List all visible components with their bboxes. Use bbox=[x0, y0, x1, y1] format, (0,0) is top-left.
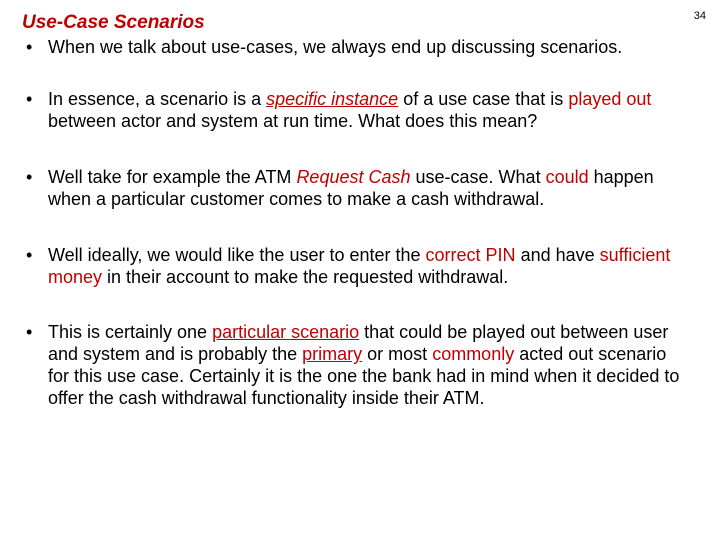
text-run: or most bbox=[362, 344, 432, 364]
bullet-item: When we talk about use-cases, we always … bbox=[22, 37, 690, 59]
bullet-item: Well ideally, we would like the user to … bbox=[22, 245, 690, 289]
bullet-item: In essence, a scenario is a specific ins… bbox=[22, 89, 690, 133]
slide: 34 Use-Case Scenarios When we talk about… bbox=[0, 0, 720, 540]
text-run: Request Cash bbox=[296, 167, 410, 187]
text-run: When we talk about use-cases, we always … bbox=[48, 37, 622, 57]
bullet-item: This is certainly one particular scenari… bbox=[22, 322, 690, 410]
slide-title: Use-Case Scenarios bbox=[22, 12, 690, 35]
text-run: of a use case that is bbox=[398, 89, 568, 109]
text-run: This is certainly one bbox=[48, 322, 212, 342]
bullet-item: Well take for example the ATM Request Ca… bbox=[22, 167, 690, 211]
text-run: commonly bbox=[432, 344, 514, 364]
page-number: 34 bbox=[694, 10, 706, 22]
bullet-list: When we talk about use-cases, we always … bbox=[22, 37, 690, 410]
text-run: primary bbox=[302, 344, 362, 364]
text-run: specific instance bbox=[266, 89, 398, 109]
text-run: Well take for example the ATM bbox=[48, 167, 296, 187]
text-run: In essence, a scenario is a bbox=[48, 89, 266, 109]
text-run: Well ideally, we would like the user to … bbox=[48, 245, 426, 265]
text-run: use-case. What bbox=[411, 167, 546, 187]
text-run: in their account to make the requested w… bbox=[102, 267, 508, 287]
text-run: could bbox=[546, 167, 589, 187]
text-run: and have bbox=[516, 245, 600, 265]
text-run: correct PIN bbox=[426, 245, 516, 265]
text-run: particular scenario bbox=[212, 322, 359, 342]
text-run: between actor and system at run time. Wh… bbox=[48, 111, 537, 131]
text-run: played out bbox=[568, 89, 651, 109]
